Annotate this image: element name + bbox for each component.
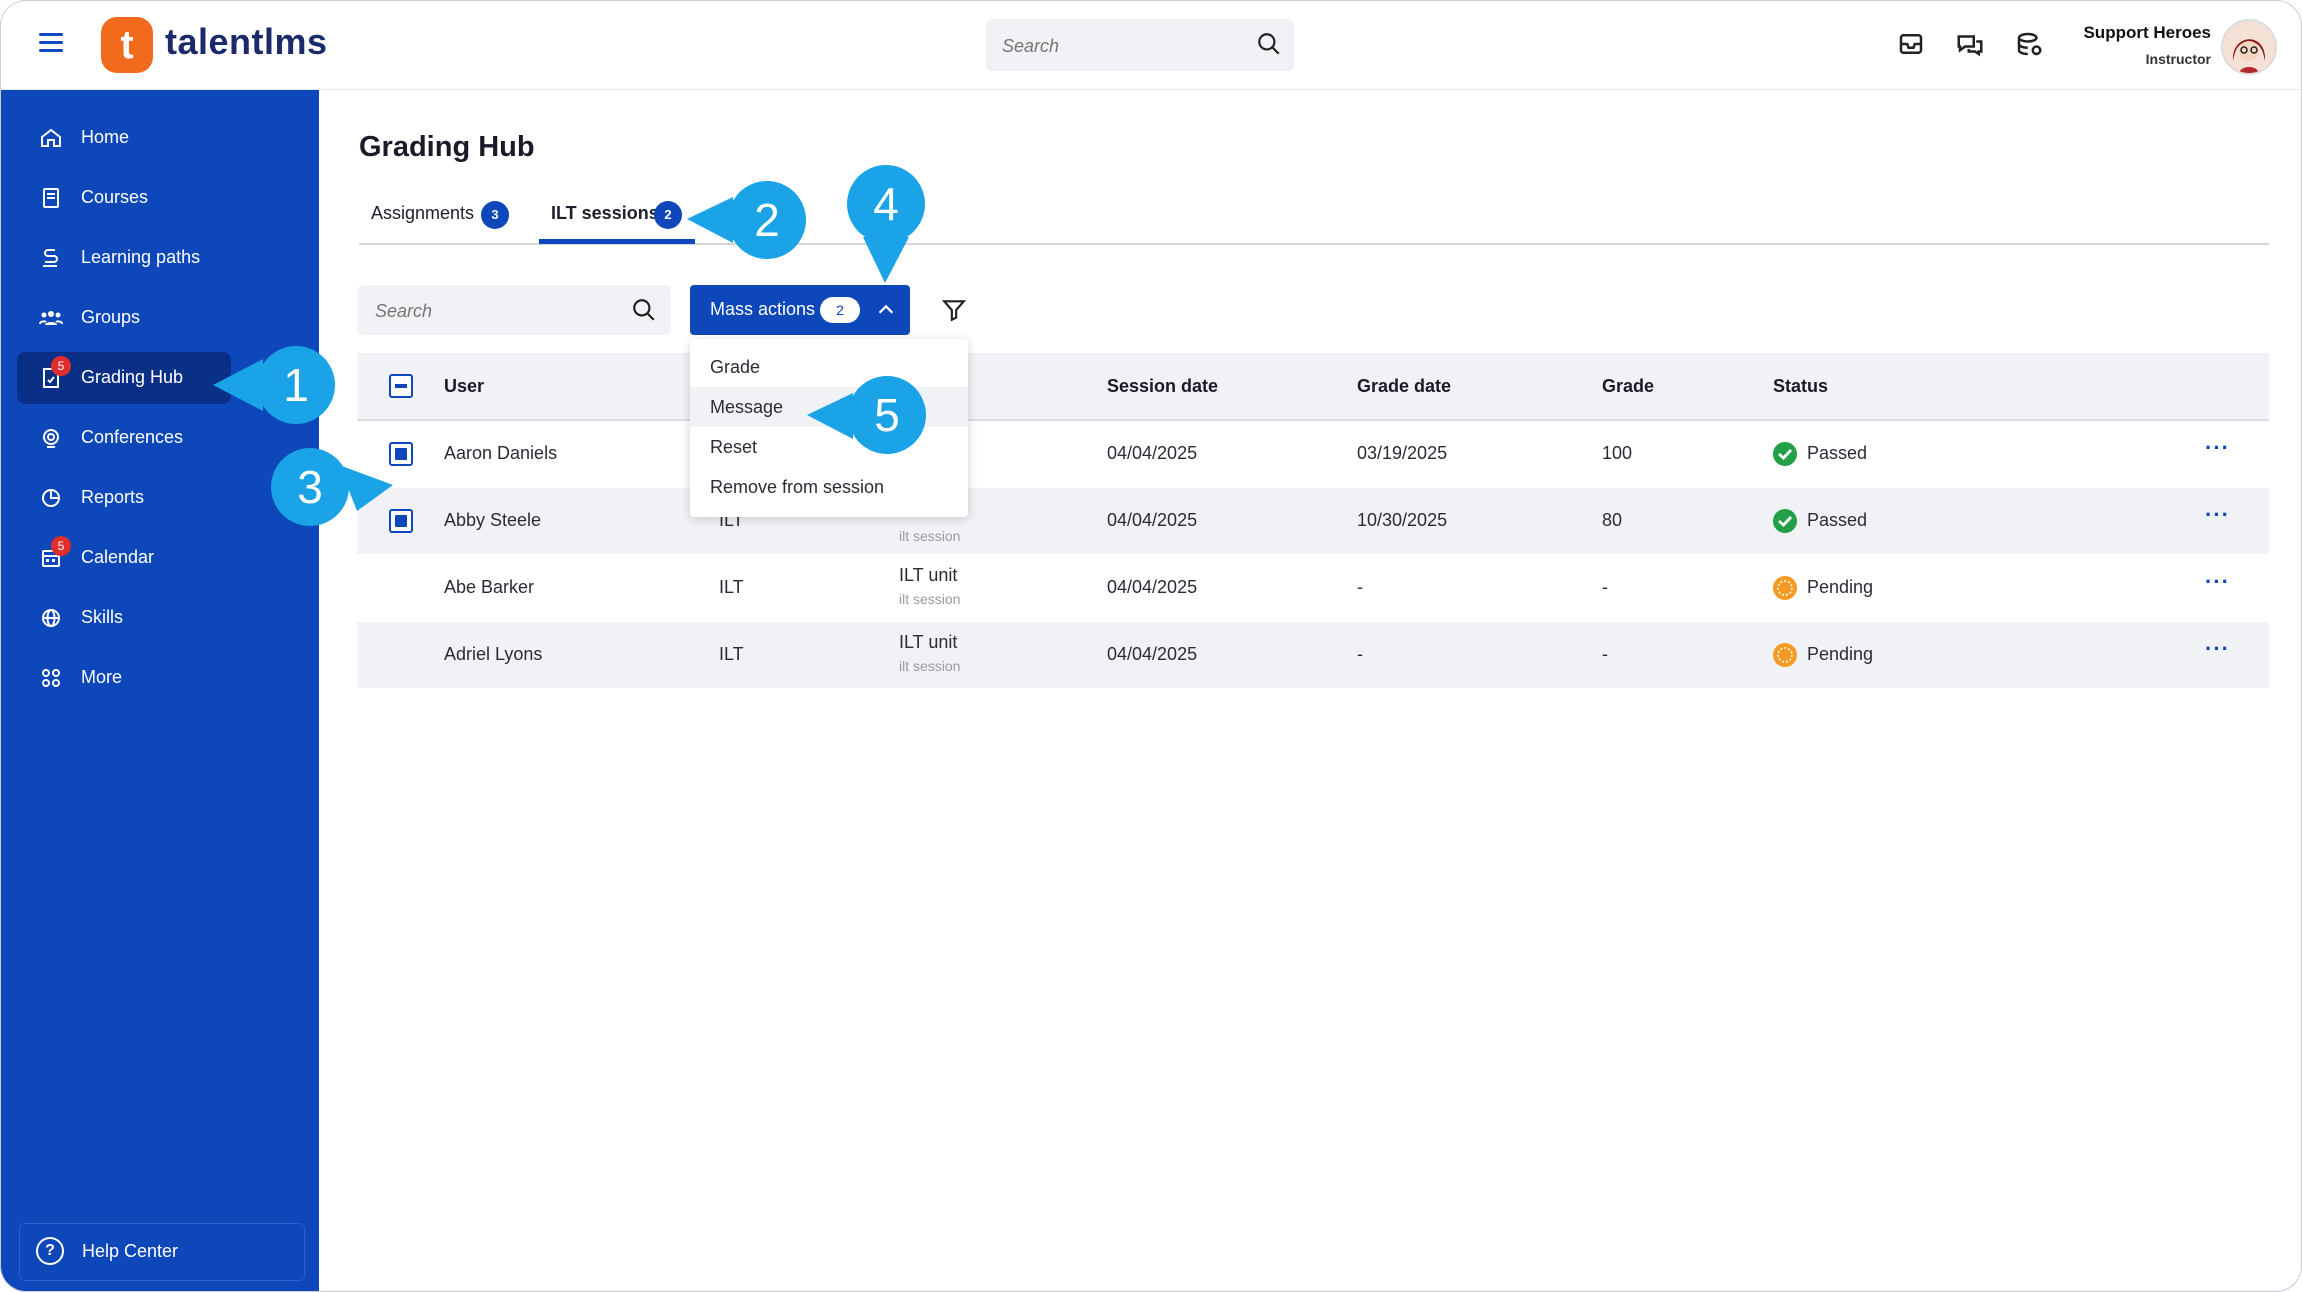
callout-3-number: 3 [271, 448, 349, 526]
callout-4-number: 4 [847, 165, 925, 243]
app-window: t talentlms Support Heroes Instructor Ho… [0, 0, 2302, 1292]
callout-2-number: 2 [728, 181, 806, 259]
callout-1-pointer [213, 359, 263, 411]
callout-5-number: 5 [848, 376, 926, 454]
callout-4-pointer [863, 237, 909, 283]
callout-5-pointer [807, 393, 853, 439]
callout-2-pointer [687, 197, 733, 243]
callout-1-number: 1 [257, 346, 335, 424]
callout-pointers [213, 197, 909, 511]
